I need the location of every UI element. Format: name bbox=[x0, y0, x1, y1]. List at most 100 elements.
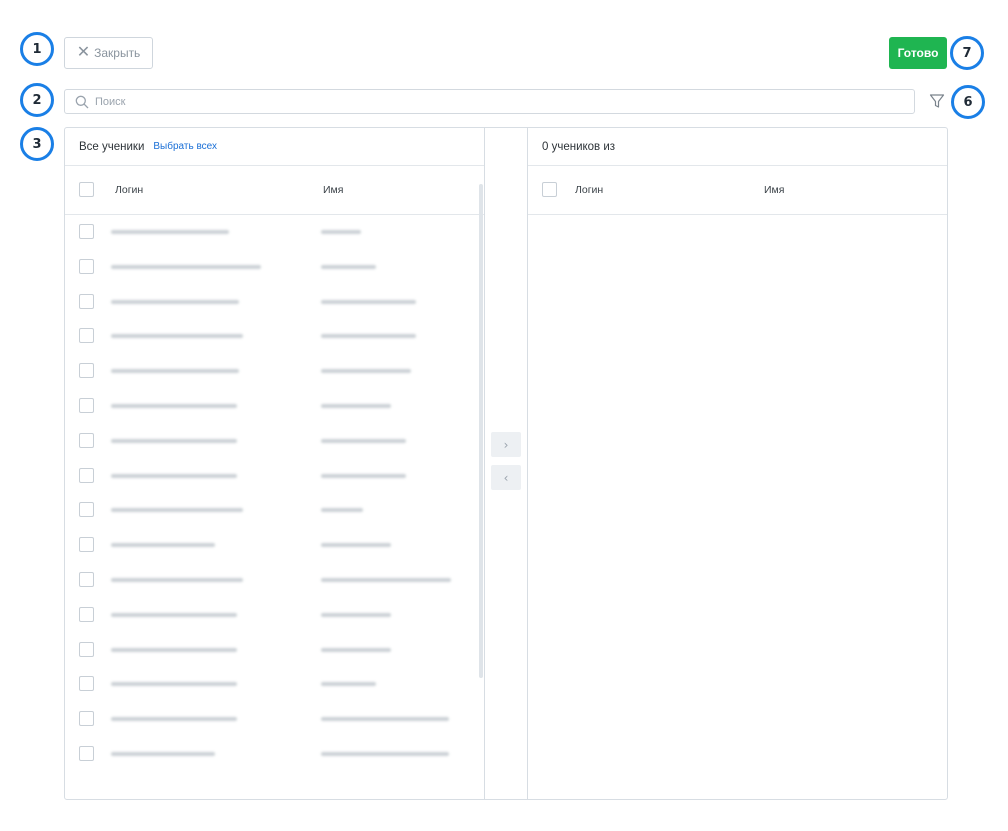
student-name-redacted bbox=[321, 404, 391, 408]
student-row[interactable] bbox=[65, 737, 475, 771]
student-row[interactable] bbox=[65, 493, 475, 527]
selected-students-panel: 0 учеников из Логин Имя bbox=[527, 127, 948, 800]
done-button-label: Готово bbox=[897, 46, 939, 60]
chevron-right-icon: › bbox=[503, 437, 509, 452]
annotation-2: 2 bbox=[20, 83, 54, 117]
student-name-redacted bbox=[321, 752, 449, 756]
student-checkbox[interactable] bbox=[79, 363, 94, 379]
name-column-header: Имя bbox=[323, 184, 344, 196]
student-row[interactable] bbox=[65, 389, 475, 423]
annotation-7: 7 bbox=[950, 36, 984, 70]
annotation-6: 6 bbox=[951, 85, 985, 119]
student-login-redacted bbox=[111, 299, 239, 304]
done-button[interactable]: Готово bbox=[889, 37, 947, 69]
student-checkbox[interactable] bbox=[79, 641, 94, 657]
student-name-redacted bbox=[321, 334, 416, 339]
selected-students-column-header: Логин Имя bbox=[528, 166, 947, 215]
annotation-1: 1 bbox=[20, 32, 54, 66]
select-all-checkbox[interactable] bbox=[79, 182, 94, 197]
student-checkbox[interactable] bbox=[79, 328, 94, 344]
chevron-left-icon: ‹ bbox=[503, 470, 509, 485]
student-row[interactable] bbox=[65, 598, 475, 632]
student-login-redacted bbox=[111, 369, 239, 374]
search-icon bbox=[75, 95, 89, 108]
student-name-redacted bbox=[321, 717, 449, 722]
student-login-redacted bbox=[111, 473, 237, 478]
student-checkbox[interactable] bbox=[79, 398, 94, 413]
student-checkbox[interactable] bbox=[79, 467, 94, 483]
student-checkbox[interactable] bbox=[79, 258, 94, 274]
students-list bbox=[65, 215, 484, 775]
student-name-redacted bbox=[321, 473, 406, 478]
student-name-redacted bbox=[321, 612, 391, 617]
student-checkbox[interactable] bbox=[79, 606, 94, 622]
selected-students-header: 0 учеников из bbox=[528, 128, 947, 166]
student-login-redacted bbox=[111, 543, 215, 548]
all-students-panel: Все ученики Выбрать всех Логин Имя bbox=[64, 127, 485, 800]
student-row[interactable] bbox=[65, 702, 475, 736]
select-all-link[interactable]: Выбрать всех bbox=[153, 141, 217, 152]
student-row[interactable] bbox=[65, 633, 475, 667]
student-login-redacted bbox=[111, 752, 215, 756]
select-all-selected-checkbox[interactable] bbox=[542, 182, 557, 197]
all-students-header: Все ученики Выбрать всех bbox=[65, 128, 484, 166]
student-checkbox[interactable] bbox=[79, 676, 94, 692]
student-name-redacted bbox=[321, 508, 363, 513]
student-row[interactable] bbox=[65, 528, 475, 562]
selected-students-title: 0 учеников из bbox=[542, 140, 616, 153]
student-row[interactable] bbox=[65, 667, 475, 701]
student-checkbox[interactable] bbox=[79, 293, 94, 309]
login-column-header: Логин bbox=[575, 184, 604, 196]
student-name-redacted bbox=[321, 264, 376, 269]
student-name-redacted bbox=[321, 647, 391, 652]
annotation-3: 3 bbox=[20, 127, 54, 161]
student-checkbox[interactable] bbox=[79, 711, 94, 727]
students-list-scrollbar[interactable] bbox=[479, 184, 483, 678]
student-checkbox[interactable] bbox=[79, 746, 94, 761]
student-login-redacted bbox=[111, 264, 261, 269]
student-login-redacted bbox=[111, 647, 237, 652]
student-login-redacted bbox=[111, 578, 243, 582]
student-login-redacted bbox=[111, 334, 243, 339]
student-checkbox[interactable] bbox=[79, 224, 94, 239]
student-login-redacted bbox=[111, 612, 237, 617]
student-checkbox[interactable] bbox=[79, 502, 94, 518]
filter-icon[interactable] bbox=[929, 93, 945, 109]
student-login-redacted bbox=[111, 404, 237, 408]
login-column-header: Логин bbox=[115, 184, 144, 196]
student-row[interactable] bbox=[65, 285, 475, 319]
student-row[interactable] bbox=[65, 459, 475, 493]
student-row[interactable] bbox=[65, 424, 475, 458]
student-login-redacted bbox=[111, 508, 243, 513]
student-checkbox[interactable] bbox=[79, 537, 94, 553]
close-button[interactable]: ✕ Закрыть bbox=[64, 37, 153, 69]
student-login-redacted bbox=[111, 438, 237, 443]
transfer-column: › ‹ bbox=[484, 127, 528, 800]
move-left-button[interactable]: ‹ bbox=[491, 465, 521, 490]
student-name-redacted bbox=[321, 438, 406, 443]
search-input[interactable] bbox=[95, 95, 895, 108]
student-name-redacted bbox=[321, 578, 451, 582]
student-name-redacted bbox=[321, 682, 376, 687]
all-students-title: Все ученики bbox=[79, 140, 145, 153]
student-login-redacted bbox=[111, 717, 237, 722]
student-name-redacted bbox=[321, 230, 361, 234]
all-students-column-header: Логин Имя bbox=[65, 166, 484, 215]
student-row[interactable] bbox=[65, 354, 475, 388]
student-name-redacted bbox=[321, 543, 391, 548]
student-row[interactable] bbox=[65, 563, 475, 597]
student-row[interactable] bbox=[65, 319, 475, 353]
student-row[interactable] bbox=[65, 250, 475, 284]
close-button-label: Закрыть bbox=[94, 46, 141, 60]
student-login-redacted bbox=[111, 230, 229, 234]
student-login-redacted bbox=[111, 682, 237, 687]
student-row[interactable] bbox=[65, 215, 475, 249]
move-right-button[interactable]: › bbox=[491, 432, 521, 457]
close-icon: ✕ bbox=[76, 44, 91, 61]
student-checkbox[interactable] bbox=[79, 572, 94, 587]
student-name-redacted bbox=[321, 299, 416, 304]
name-column-header: Имя bbox=[764, 184, 785, 196]
search-box bbox=[64, 89, 915, 114]
student-checkbox[interactable] bbox=[79, 432, 94, 448]
student-name-redacted bbox=[321, 369, 411, 374]
